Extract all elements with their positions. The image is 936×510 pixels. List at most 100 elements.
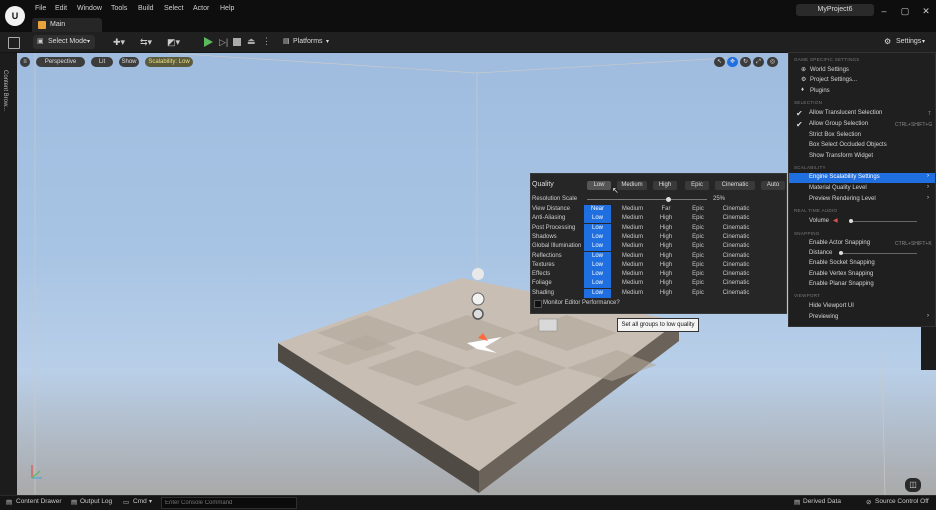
- quality-option[interactable]: High: [653, 289, 679, 298]
- menu-item-allow-translucent[interactable]: Allow Translucent Selection: [809, 110, 882, 116]
- quality-option[interactable]: Low: [584, 251, 611, 261]
- quality-option[interactable]: Low: [584, 223, 611, 233]
- quality-option[interactable]: Medium: [616, 224, 649, 233]
- volume-slider[interactable]: [849, 219, 917, 223]
- scale-tool-icon[interactable]: ⤢: [753, 57, 764, 67]
- quality-option[interactable]: Epic: [685, 252, 711, 261]
- menu-item-world-settings[interactable]: World Settings: [810, 67, 849, 73]
- select-mode-dropdown[interactable]: ▣ Select Mode ▾: [33, 35, 95, 49]
- quality-option[interactable]: Low: [584, 260, 611, 270]
- minimize-icon[interactable]: –: [878, 5, 890, 17]
- select-tool-icon[interactable]: ↖: [714, 57, 725, 67]
- quality-option[interactable]: Cinematic: [715, 233, 757, 242]
- content-drawer-button[interactable]: Content Drawer: [16, 498, 62, 505]
- quality-option[interactable]: Epic: [685, 205, 711, 214]
- viewport-menu-icon[interactable]: ≡: [20, 57, 30, 67]
- menu-item-box-occluded[interactable]: Box Select Occluded Objects: [809, 142, 887, 148]
- quality-option[interactable]: High: [653, 270, 679, 279]
- lit-button[interactable]: Lit: [91, 57, 113, 67]
- content-browser-strip[interactable]: Content Brow...: [0, 53, 17, 495]
- resolution-scale-handle[interactable]: [666, 197, 671, 202]
- quality-epic-button[interactable]: Epic: [685, 181, 709, 190]
- menu-item-engine-scalability[interactable]: Engine Scalability Settings ›: [789, 173, 935, 183]
- quality-option[interactable]: Medium: [616, 252, 649, 261]
- monitor-performance-checkbox[interactable]: [534, 300, 542, 308]
- quality-option[interactable]: Cinematic: [715, 214, 757, 223]
- resolution-scale-slider[interactable]: [587, 197, 707, 202]
- quality-low-button[interactable]: Low: [587, 181, 611, 190]
- tab-main[interactable]: Main: [32, 18, 102, 32]
- quality-option[interactable]: Medium: [616, 279, 649, 288]
- quality-option[interactable]: Low: [584, 270, 611, 280]
- quality-option[interactable]: Cinematic: [715, 205, 757, 214]
- quality-medium-button[interactable]: Medium: [617, 181, 647, 190]
- quality-option[interactable]: Cinematic: [715, 242, 757, 251]
- snap-distance-handle[interactable]: [839, 251, 843, 255]
- quality-option[interactable]: Cinematic: [715, 252, 757, 261]
- show-button[interactable]: Show: [119, 57, 139, 67]
- menu-item-actor-snapping[interactable]: Enable Actor Snapping: [809, 240, 870, 246]
- menu-item-socket-snapping[interactable]: Enable Socket Snapping: [809, 260, 875, 266]
- eject-icon[interactable]: ⏏: [247, 36, 256, 47]
- step-icon[interactable]: ▷|: [219, 37, 228, 48]
- volume-slider-handle[interactable]: [849, 219, 853, 223]
- save-icon[interactable]: [8, 37, 20, 49]
- quality-option[interactable]: High: [653, 279, 679, 288]
- quality-option[interactable]: Epic: [685, 279, 711, 288]
- close-icon[interactable]: ✕: [920, 5, 932, 17]
- quality-option[interactable]: High: [653, 261, 679, 270]
- cmd-dropdown[interactable]: Cmd: [133, 498, 147, 505]
- quality-option[interactable]: Medium: [616, 242, 649, 251]
- stop-icon[interactable]: [233, 38, 241, 46]
- quality-option[interactable]: Epic: [685, 261, 711, 270]
- perspective-button[interactable]: Perspective: [36, 57, 85, 67]
- quality-option[interactable]: Low: [584, 214, 611, 224]
- quality-option[interactable]: High: [653, 224, 679, 233]
- quality-option[interactable]: High: [653, 233, 679, 242]
- menu-item-vertex-snapping[interactable]: Enable Vertex Snapping: [809, 271, 873, 277]
- quality-option[interactable]: Cinematic: [715, 270, 757, 279]
- menu-select[interactable]: Select: [164, 5, 183, 12]
- menu-item-show-transform[interactable]: Show Transform Widget: [809, 153, 873, 159]
- quality-option[interactable]: Epic: [685, 242, 711, 251]
- menu-build[interactable]: Build: [138, 5, 154, 12]
- quality-option[interactable]: Epic: [685, 224, 711, 233]
- quality-option[interactable]: Epic: [685, 270, 711, 279]
- quality-option[interactable]: Cinematic: [715, 224, 757, 233]
- menu-item-plugins[interactable]: Plugins: [810, 88, 830, 94]
- quality-option[interactable]: Medium: [616, 233, 649, 242]
- source-control-button[interactable]: Source Control Off: [875, 498, 929, 505]
- quality-option[interactable]: Medium: [616, 214, 649, 223]
- menu-item-planar-snapping[interactable]: Enable Planar Snapping: [809, 281, 874, 287]
- cinematics-icon[interactable]: ◩▾: [167, 37, 180, 48]
- screenshot-icon[interactable]: ◫: [905, 478, 921, 492]
- quality-option[interactable]: Low: [584, 288, 611, 298]
- scalability-badge[interactable]: Scalability: Low: [145, 57, 193, 67]
- add-actor-icon[interactable]: ✚▾: [113, 37, 125, 48]
- world-space-icon[interactable]: ◎: [767, 57, 778, 67]
- quality-option[interactable]: Medium: [616, 289, 649, 298]
- quality-option[interactable]: High: [653, 252, 679, 261]
- menu-item-strict-box[interactable]: Strict Box Selection: [809, 132, 861, 138]
- snap-distance-slider[interactable]: [839, 251, 917, 255]
- menu-actor[interactable]: Actor: [193, 5, 209, 12]
- quality-auto-button[interactable]: Auto: [761, 181, 785, 190]
- quality-option[interactable]: Epic: [685, 214, 711, 223]
- menu-item-allow-group[interactable]: Allow Group Selection: [809, 121, 868, 127]
- content-browser-tab[interactable]: Content Brow...: [2, 70, 8, 111]
- menu-tools[interactable]: Tools: [111, 5, 127, 12]
- quality-high-button[interactable]: High: [653, 181, 677, 190]
- quality-option[interactable]: Low: [584, 242, 611, 252]
- platforms-dropdown[interactable]: ▤ Platforms ▾: [281, 35, 333, 49]
- rotate-tool-icon[interactable]: ↻: [740, 57, 751, 67]
- menu-item-previewing[interactable]: Previewing: [809, 314, 838, 320]
- output-log-button[interactable]: Output Log: [80, 498, 112, 505]
- menu-item-hide-viewport-ui[interactable]: Hide Viewport UI: [809, 303, 854, 309]
- quality-option[interactable]: Low: [584, 232, 611, 242]
- quality-option[interactable]: Medium: [616, 261, 649, 270]
- quality-option[interactable]: Medium: [616, 205, 649, 214]
- quality-option[interactable]: Epic: [685, 289, 711, 298]
- more-options-icon[interactable]: ⋮: [262, 36, 271, 47]
- quality-option[interactable]: Near: [584, 205, 611, 214]
- quality-option[interactable]: Cinematic: [715, 279, 757, 288]
